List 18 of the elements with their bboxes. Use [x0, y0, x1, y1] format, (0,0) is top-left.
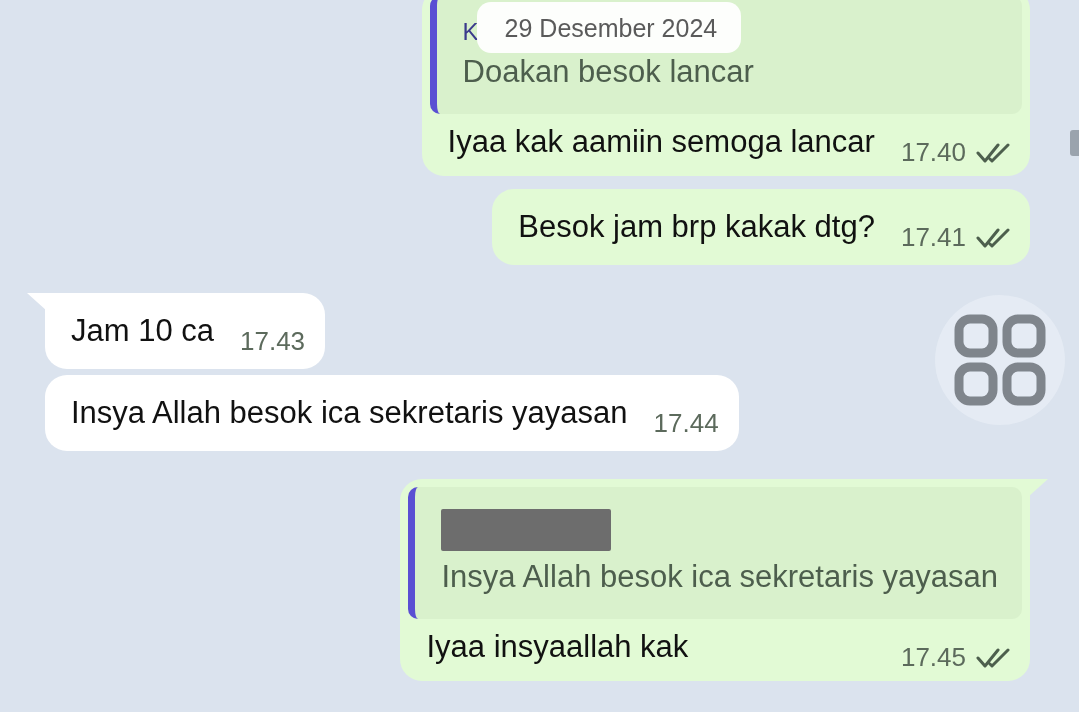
message-text: Iyaa kak aamiin semoga lancar: [447, 124, 875, 160]
message-text: Iyaa insyaallah kak: [426, 629, 689, 665]
message-text: Insya Allah besok ica sekretaris yayasan: [71, 395, 628, 431]
message-text: Besok jam brp kakak dtg?: [518, 209, 875, 245]
grid-icon[interactable]: [954, 314, 1046, 406]
quote-text: Doakan besok lancar: [462, 54, 754, 90]
message-time: 17.41: [900, 222, 966, 253]
quoted-message[interactable]: K 29 Desember 2024 Doakan besok lancar: [429, 0, 1022, 114]
quote-author: K: [462, 18, 479, 46]
quote-text: Insya Allah besok ica sekretaris yayasan: [441, 559, 998, 595]
message-time: 17.43: [240, 326, 306, 357]
message-time: 17.40: [900, 137, 966, 168]
scrollbar-thumb[interactable]: [1070, 130, 1079, 156]
message-time: 17.45: [900, 642, 966, 673]
message-time: 17.44: [653, 408, 719, 439]
message-text: Jam 10 ca: [71, 313, 214, 349]
quoted-message[interactable]: Insya Allah besok ica sekretaris yayasan: [408, 487, 1022, 619]
date-chip: 29 Desember 2024: [476, 2, 742, 53]
